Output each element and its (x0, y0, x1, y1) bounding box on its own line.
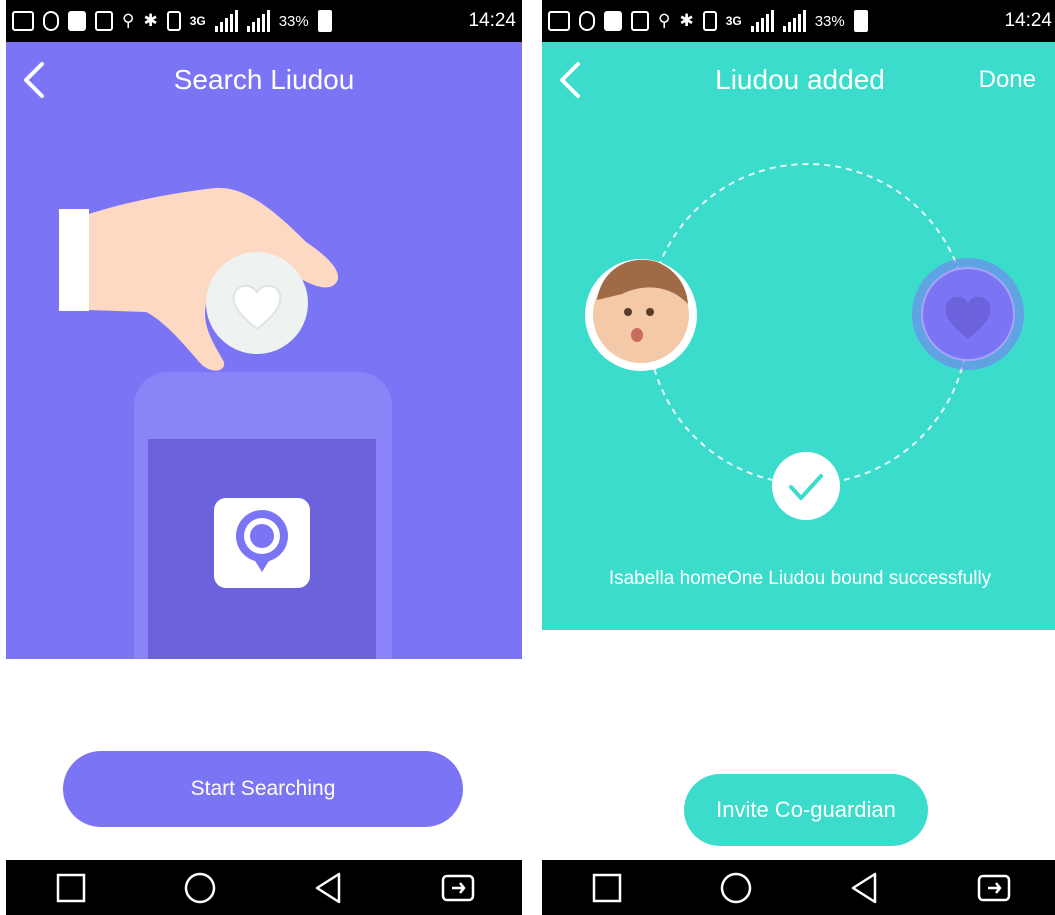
android-nav-bar (6, 860, 522, 915)
message-icon (548, 11, 570, 31)
clock: 14:24 (468, 10, 516, 31)
back-triangle-icon[interactable] (304, 868, 354, 908)
sleeve-cuff (59, 209, 89, 311)
cloud-icon (579, 11, 595, 31)
sim-badge: 3G (189, 14, 206, 28)
sim-icon (631, 11, 649, 31)
signal-icon (750, 10, 774, 32)
message-icon (12, 11, 34, 31)
sim-badge: 3G (725, 14, 742, 28)
binding-illustration (585, 163, 1024, 520)
bluetooth-icon: ✱ (679, 11, 694, 30)
recent-apps-square-icon[interactable] (46, 868, 96, 908)
cloud-icon (43, 11, 59, 31)
start-searching-button[interactable]: Start Searching (63, 751, 463, 827)
liudou-added-screen: ⚲ ✱ 3G 33% 14:24 Liudou added Done Isabe… (542, 0, 1055, 915)
added-hero: Liudou added Done Isabella homeOne Liudo… (542, 42, 1055, 630)
vibrate-icon (702, 11, 717, 31)
android-nav-bar (542, 860, 1055, 915)
signal-icon (246, 10, 270, 32)
status-bar: ⚲ ✱ 3G 33% 14:24 (6, 0, 522, 42)
facebook-icon (68, 11, 86, 31)
search-hero: Search Liudou (6, 42, 522, 659)
switch-icon[interactable] (969, 868, 1019, 908)
battery-percent: 33% (278, 12, 309, 30)
search-icon: ⚲ (122, 11, 135, 30)
home-circle-icon[interactable] (711, 868, 761, 908)
clock: 14:24 (1004, 10, 1052, 31)
child-avatar (585, 259, 697, 371)
status-bar: ⚲ ✱ 3G 33% 14:24 (542, 0, 1055, 42)
heart-device-icon (912, 258, 1024, 370)
bound-success-message: Isabella homeOne Liudou bound successful… (608, 568, 992, 589)
recent-apps-square-icon[interactable] (582, 868, 632, 908)
signal-icon (782, 10, 806, 32)
home-circle-icon[interactable] (175, 868, 225, 908)
search-liudou-screen: ⚲ ✱ 3G 33% 14:24 Search Liudou Start Sea… (6, 0, 522, 915)
vibrate-icon (166, 11, 181, 31)
bluetooth-icon: ✱ (143, 11, 158, 30)
battery-percent: 33% (814, 12, 845, 30)
facebook-icon (604, 11, 622, 31)
switch-icon[interactable] (433, 868, 483, 908)
app-logo-icon (214, 498, 310, 588)
check-icon (772, 452, 840, 520)
back-triangle-icon[interactable] (840, 868, 890, 908)
battery-icon (317, 10, 332, 32)
search-illustration (59, 187, 392, 659)
sim-icon (95, 11, 113, 31)
signal-icon (214, 10, 238, 32)
heart-device-icon (206, 252, 308, 354)
search-icon: ⚲ (658, 11, 671, 30)
invite-co-guardian-button[interactable]: Invite Co-guardian (684, 774, 928, 846)
battery-icon (853, 10, 868, 32)
